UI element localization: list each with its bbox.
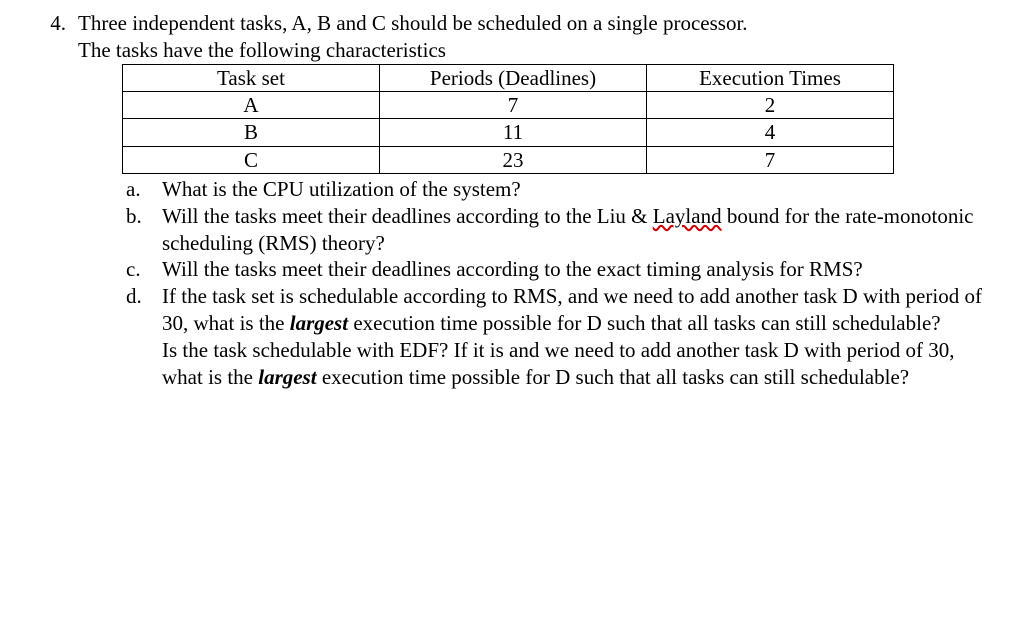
- subpart-letter: d.: [126, 283, 162, 310]
- table-cell: 7: [647, 146, 894, 173]
- table-cell: B: [123, 119, 380, 146]
- table-header-row: Task set Periods (Deadlines) Execution T…: [123, 64, 894, 91]
- table-cell: A: [123, 92, 380, 119]
- intro-line-1: Three independent tasks, A, B and C shou…: [78, 10, 994, 37]
- table-row: A 7 2: [123, 92, 894, 119]
- task-table: Task set Periods (Deadlines) Execution T…: [122, 64, 894, 174]
- spellcheck-underline: Layland: [653, 204, 722, 228]
- emphasized-text: largest: [290, 311, 348, 335]
- subpart-letter: a.: [126, 176, 162, 203]
- subpart-c: c. Will the tasks meet their deadlines a…: [126, 256, 994, 283]
- table-row: C 23 7: [123, 146, 894, 173]
- subpart-b: b. Will the tasks meet their deadlines a…: [126, 203, 994, 257]
- question-body: Three independent tasks, A, B and C shou…: [78, 10, 994, 391]
- subpart-text: What is the CPU utilization of the syste…: [162, 176, 994, 203]
- subpart-a: a. What is the CPU utilization of the sy…: [126, 176, 994, 203]
- subpart-d: d. If the task set is schedulable accord…: [126, 283, 994, 391]
- table-cell: 23: [380, 146, 647, 173]
- table-header-cell: Task set: [123, 64, 380, 91]
- subparts: a. What is the CPU utilization of the sy…: [126, 176, 994, 391]
- emphasized-text: largest: [258, 365, 316, 389]
- table-header-cell: Periods (Deadlines): [380, 64, 647, 91]
- subpart-letter: b.: [126, 203, 162, 230]
- table-cell: 4: [647, 119, 894, 146]
- subpart-text: If the task set is schedulable according…: [162, 283, 994, 391]
- text-segment: execution time possible for D such that …: [348, 311, 941, 335]
- table-row: B 11 4: [123, 119, 894, 146]
- table-cell: 7: [380, 92, 647, 119]
- question-number: 4.: [30, 11, 78, 36]
- intro-line-2: The tasks have the following characteris…: [78, 37, 994, 64]
- table-cell: C: [123, 146, 380, 173]
- question-block: 4. Three independent tasks, A, B and C s…: [30, 10, 994, 391]
- subpart-text: Will the tasks meet their deadlines acco…: [162, 256, 994, 283]
- text-segment: execution time possible for D such that …: [317, 365, 910, 389]
- subpart-letter: c.: [126, 256, 162, 283]
- table-cell: 2: [647, 92, 894, 119]
- table-cell: 11: [380, 119, 647, 146]
- text-segment: Will the tasks meet their deadlines acco…: [162, 204, 653, 228]
- table-header-cell: Execution Times: [647, 64, 894, 91]
- subpart-text: Will the tasks meet their deadlines acco…: [162, 203, 994, 257]
